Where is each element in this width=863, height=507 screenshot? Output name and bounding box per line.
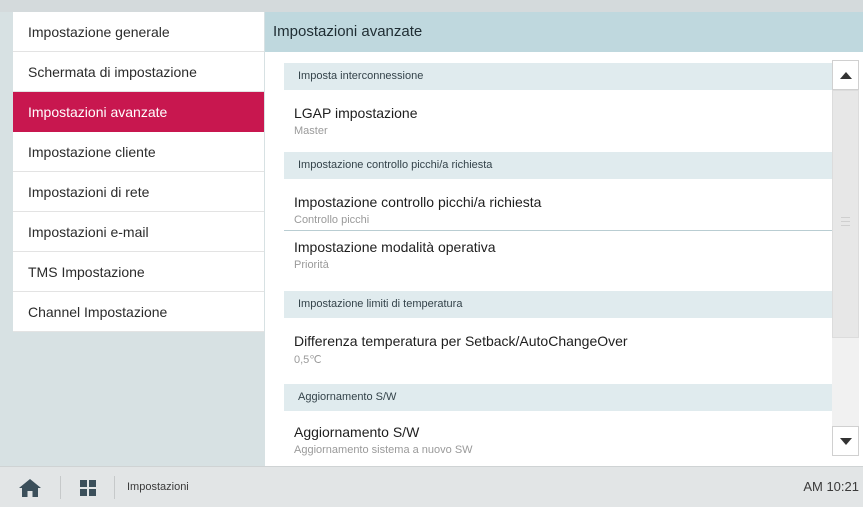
home-button[interactable] — [10, 475, 50, 501]
setting-item-peak-control[interactable]: Impostazione controllo picchi/a richiest… — [284, 179, 832, 231]
sidebar-item-general[interactable]: Impostazione generale — [13, 12, 264, 52]
section-header-peak-control: Impostazione controllo picchi/a richiest… — [284, 152, 832, 179]
grid-icon — [80, 480, 96, 496]
sidebar-item-network[interactable]: Impostazioni di rete — [13, 172, 264, 212]
scrollbar[interactable] — [832, 60, 859, 456]
apps-button[interactable] — [68, 475, 108, 501]
sidebar-item-channel[interactable]: Channel Impostazione — [13, 292, 264, 332]
setting-value: Priorità — [294, 259, 329, 271]
setting-value: Aggiornamento sistema a nuovo SW — [294, 444, 473, 456]
setting-title: Impostazione modalità operativa — [294, 239, 496, 255]
section-header-interconnection: Imposta interconnessione — [284, 63, 832, 90]
setting-title: Aggiornamento S/W — [294, 424, 420, 440]
sidebar-item-advanced[interactable]: Impostazioni avanzate — [13, 92, 264, 132]
setting-item-lgap[interactable]: LGAP impostazione Master — [284, 90, 832, 152]
setting-item-operation-mode[interactable]: Impostazione modalità operativa Priorità — [284, 231, 832, 291]
section-header-temperature-limits: Impostazione limiti di temperatura — [284, 291, 832, 318]
sidebar-item-email[interactable]: Impostazioni e-mail — [13, 212, 264, 252]
setting-value: Master — [294, 125, 328, 137]
sidebar-menu: Impostazione generale Schermata di impos… — [13, 12, 264, 332]
clock: AM 10:21 — [803, 479, 859, 494]
setting-item-temperature-difference[interactable]: Differenza temperatura per Setback/AutoC… — [284, 318, 832, 384]
scrollbar-grip-icon — [841, 217, 850, 229]
setting-item-sw-update[interactable]: Aggiornamento S/W Aggiornamento sistema … — [284, 411, 832, 466]
arrow-down-icon — [839, 437, 852, 445]
setting-value: Controllo picchi — [294, 214, 370, 226]
breadcrumb: Impostazioni — [127, 481, 189, 493]
scroll-down-button[interactable] — [832, 426, 859, 456]
scrollbar-thumb[interactable] — [832, 90, 859, 338]
bottom-bar: Impostazioni AM 10:21 — [0, 466, 863, 507]
sidebar-item-tms[interactable]: TMS Impostazione — [13, 252, 264, 292]
setting-title: Impostazione controllo picchi/a richiest… — [294, 194, 542, 210]
home-icon — [19, 479, 41, 497]
page-title: Impostazioni avanzate — [265, 12, 863, 52]
settings-panel: Imposta interconnessione LGAP impostazio… — [265, 52, 863, 466]
scroll-up-button[interactable] — [832, 60, 859, 90]
divider — [114, 476, 115, 499]
divider — [60, 476, 61, 499]
sidebar-item-customer[interactable]: Impostazione cliente — [13, 132, 264, 172]
settings-list: Imposta interconnessione LGAP impostazio… — [284, 63, 832, 466]
setting-title: Differenza temperatura per Setback/AutoC… — [294, 333, 628, 349]
setting-title: LGAP impostazione — [294, 105, 418, 121]
section-header-sw-update: Aggiornamento S/W — [284, 384, 832, 411]
sidebar-item-screen[interactable]: Schermata di impostazione — [13, 52, 264, 92]
arrow-up-icon — [839, 71, 852, 79]
top-strip — [0, 0, 863, 12]
setting-value: 0,5℃ — [294, 354, 322, 366]
